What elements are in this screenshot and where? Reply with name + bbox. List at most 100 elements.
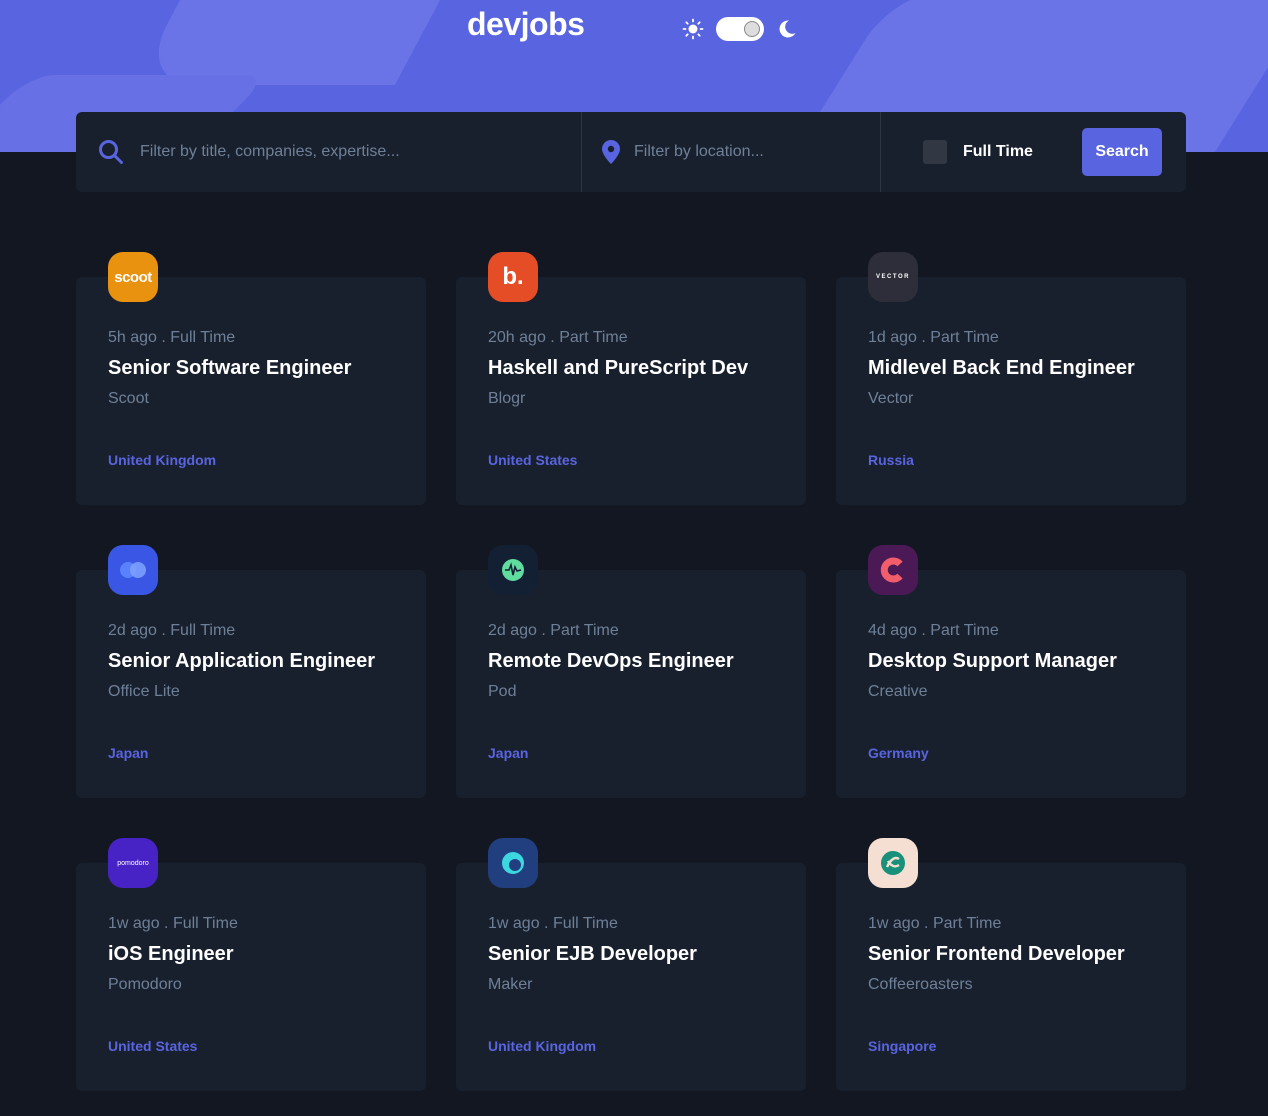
pomodoro-logo: pomodoro [108,838,158,888]
job-location: United Kingdom [108,452,217,468]
contract-type: Part Time [559,329,628,346]
job-card[interactable]: b. 20h ago . Part Time Haskell and PureScr… [456,252,806,505]
pod-logo [488,545,538,595]
job-title[interactable]: Senior EJB Developer [488,943,697,966]
scoot-logo: scoot [108,252,158,302]
job-title[interactable]: Senior Application Engineer [108,650,375,673]
blogr-logo: b. [488,252,538,302]
company-name: Office Lite [108,683,180,700]
job-card[interactable]: pomodoro 1w ago . Full Time iOS Engineer Po… [76,838,426,1091]
coffeeroasters-logo [868,838,918,888]
meta-separator: . [916,329,931,346]
meta-separator: . [159,915,173,932]
job-card[interactable]: scoot 5h ago . Full Time Senior Software E… [76,252,426,505]
meta-separator: . [536,622,551,639]
job-title[interactable]: Remote DevOps Engineer [488,650,734,673]
company-name: Pomodoro [108,976,182,993]
fulltime-label[interactable]: Full Time [963,143,1033,161]
job-location: Russia [868,452,914,468]
job-card[interactable]: 4d ago . Part Time Desktop Support Manage… [836,545,1186,798]
location-input[interactable] [634,143,874,161]
meta-separator: . [545,329,560,346]
company-name: Creative [868,683,928,700]
contract-type: Full Time [552,915,618,932]
search-filter-bar: Full Time Search [76,112,1186,192]
theme-switcher [682,16,798,42]
meta-separator: . [916,622,931,639]
creative-logo [868,545,918,595]
company-name: Maker [488,976,533,993]
contract-type: Full Time [170,329,236,346]
company-logo-icon [502,852,524,874]
job-meta: 1w ago . Full Time [108,915,238,933]
site-logo[interactable]: devjobs [467,6,585,43]
company-name: Blogr [488,390,526,407]
job-meta: 2d ago . Full Time [108,622,235,640]
job-card[interactable]: 2d ago . Part Time Remote DevOps Engineer… [456,545,806,798]
theme-toggle[interactable] [716,17,764,41]
meta-separator: . [919,915,933,932]
officelite-logo [108,545,158,595]
job-meta: 4d ago . Part Time [868,622,999,640]
job-title[interactable]: Midlevel Back End Engineer [868,357,1135,380]
company-logo-icon [881,851,905,875]
meta-separator: . [156,329,171,346]
job-location: Japan [108,745,149,761]
job-meta: 1w ago . Full Time [488,915,618,933]
search-icon [99,140,123,164]
company-logo-text: scoot [114,268,152,286]
job-location: United Kingdom [488,1038,597,1054]
job-location: Germany [868,745,929,761]
posted-time: 20h ago [488,329,546,346]
job-location: United States [488,452,578,468]
job-card[interactable]: 2d ago . Full Time Senior Application Eng… [76,545,426,798]
company-name: Vector [868,390,914,407]
job-title[interactable]: Senior Frontend Developer [868,943,1125,966]
job-meta: 20h ago . Part Time [488,329,628,347]
contract-type: Part Time [930,329,999,346]
company-logo-text: VECTOR [876,274,910,280]
job-location: United States [108,1038,198,1054]
job-meta: 5h ago . Full Time [108,329,235,347]
posted-time: 2d ago [488,622,537,639]
title-filter [76,112,582,192]
job-location: Japan [488,745,529,761]
job-card[interactable]: 1w ago . Full Time Senior EJB Developer Ma… [456,838,806,1091]
company-name: Scoot [108,390,149,407]
moon-icon [779,20,796,38]
contract-type: Part Time [932,915,1002,932]
company-logo-text: b. [502,263,524,290]
job-title[interactable]: Haskell and PureScript Dev [488,357,748,380]
toggle-knob [744,21,760,37]
posted-time: 1d ago [868,329,917,346]
contract-type: Part Time [930,622,999,639]
posted-time: 5h ago [108,329,157,346]
company-name: Coffeeroasters [868,976,973,993]
job-card[interactable]: 1w ago . Part Time Senior Frontend Develo… [836,838,1186,1091]
contract-type: Full Time [170,622,236,639]
posted-time: 4d ago [868,622,917,639]
sun-icon [682,18,704,40]
posted-time: 1w ago [108,915,160,932]
job-title[interactable]: iOS Engineer [108,943,234,966]
company-logo-icon [120,562,146,578]
job-title[interactable]: Senior Software Engineer [108,357,351,380]
location-pin-icon [602,140,620,164]
company-name: Pod [488,683,517,700]
job-title[interactable]: Desktop Support Manager [868,650,1117,673]
posted-time: 1w ago [488,915,540,932]
job-card[interactable]: VECTOR 1d ago . Part Time Midlevel Back En… [836,252,1186,505]
title-search-input[interactable] [140,143,520,161]
contract-type: Full Time [172,915,238,932]
job-meta: 1w ago . Part Time [868,915,1001,933]
company-logo-icon [502,559,524,581]
contract-type: Part Time [550,622,619,639]
fulltime-checkbox[interactable] [923,140,947,164]
posted-time: 2d ago [108,622,157,639]
location-filter [582,112,881,192]
search-button[interactable]: Search [1082,128,1162,176]
job-meta: 1d ago . Part Time [868,329,999,347]
maker-logo [488,838,538,888]
vector-logo: VECTOR [868,252,918,302]
posted-time: 1w ago [868,915,920,932]
